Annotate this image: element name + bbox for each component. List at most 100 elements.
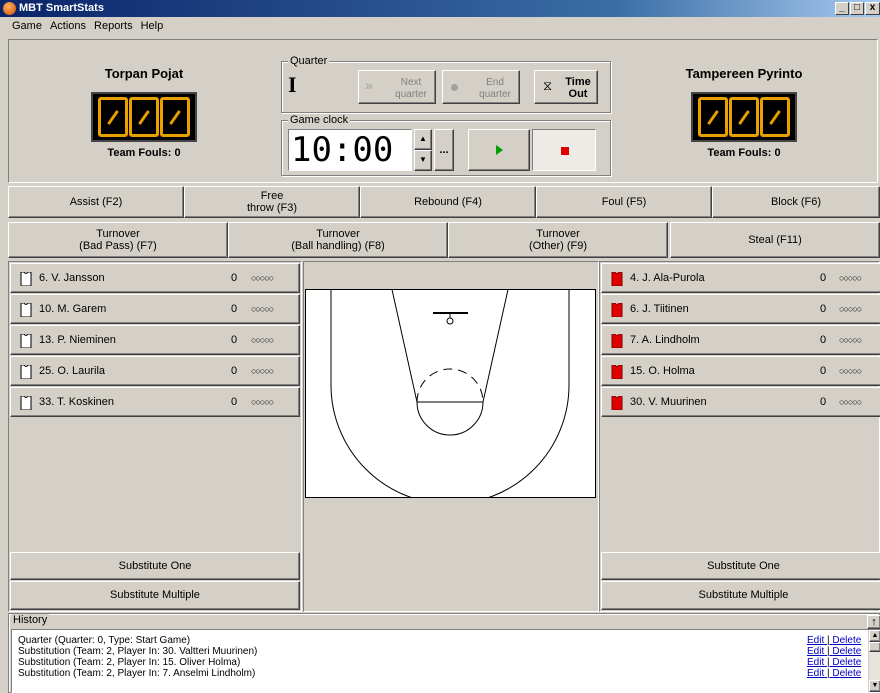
- score-digit: [97, 97, 128, 137]
- white-jersey-icon: [20, 272, 32, 286]
- history-actions: Edit | Delete: [807, 657, 862, 668]
- turnover-other-button[interactable]: Turnover (Other) (F9): [448, 222, 668, 258]
- player-row[interactable]: 10. M. Garem 0 ○○○○○: [10, 294, 300, 324]
- assist-button[interactable]: Assist (F2): [8, 186, 184, 218]
- player-row[interactable]: 33. T. Koskinen 0 ○○○○○: [10, 387, 300, 417]
- start-clock-button[interactable]: [468, 129, 530, 171]
- red-jersey-icon: [611, 303, 623, 317]
- game-clock-input[interactable]: 10:00: [288, 129, 412, 171]
- court-panel: [303, 261, 599, 612]
- history-row: Substitution (Team: 2, Player In: 7. Ans…: [18, 668, 256, 679]
- menu-reports[interactable]: Reports: [90, 17, 137, 32]
- history-row: Substitution (Team: 2, Player In: 15. Ol…: [18, 657, 241, 668]
- hourglass-icon: ⧖: [543, 78, 553, 93]
- minimize-button[interactable]: _: [835, 2, 849, 15]
- delete-link[interactable]: Delete: [832, 657, 861, 668]
- score-digit: [760, 97, 791, 137]
- collapse-history-icon[interactable]: ↑: [867, 615, 880, 629]
- game-clock-group: Game clock 10:00 ▲ ▼ ...: [281, 114, 611, 176]
- delete-link[interactable]: Delete: [832, 646, 861, 657]
- menu-game[interactable]: Game: [0, 17, 46, 32]
- player-row[interactable]: 30. V. Muurinen 0 ○○○○○: [601, 387, 880, 417]
- title-bar: MBT SmartStats _ □ x: [0, 0, 880, 17]
- steal-button[interactable]: Steal (F11): [670, 222, 880, 258]
- end-quarter-button[interactable]: End quarter: [442, 70, 520, 104]
- turnover-ball-handling-button[interactable]: Turnover (Ball handling) (F8): [228, 222, 448, 258]
- player-row[interactable]: 7. A. Lindholm 0 ○○○○○: [601, 325, 880, 355]
- history-actions: Edit | Delete: [807, 635, 862, 646]
- home-team-name: Torpan Pojat: [104, 66, 184, 81]
- substitute-one-button[interactable]: Substitute One: [10, 552, 300, 580]
- maximize-button[interactable]: □: [850, 2, 864, 15]
- red-jersey-icon: [611, 334, 623, 348]
- history-actions: Edit | Delete: [807, 646, 862, 657]
- away-players-panel: 4. J. Ala-Purola 0 ○○○○○ 6. J. Tiitinen …: [599, 261, 880, 612]
- substitute-multiple-button[interactable]: Substitute Multiple: [10, 581, 300, 610]
- next-quarter-button[interactable]: » Next quarter: [358, 70, 436, 104]
- away-score-display: [691, 92, 797, 142]
- fast-forward-icon: »: [365, 77, 373, 93]
- player-row[interactable]: 6. J. Tiitinen 0 ○○○○○: [601, 294, 880, 324]
- clock-more-button[interactable]: ...: [434, 129, 454, 171]
- stop-icon: [561, 147, 569, 155]
- substitute-multiple-button[interactable]: Substitute Multiple: [601, 581, 880, 610]
- score-digit: [697, 97, 728, 137]
- delete-link[interactable]: Delete: [832, 668, 861, 679]
- history-row: Quarter (Quarter: 0, Type: Start Game): [18, 635, 191, 646]
- quarter-group-label: Quarter: [288, 55, 330, 67]
- foul-button[interactable]: Foul (F5): [536, 186, 712, 218]
- red-jersey-icon: [611, 272, 623, 286]
- edit-link[interactable]: Edit: [807, 646, 824, 657]
- quarter-group: Quarter I » Next quarter End quarter ⧖ T…: [281, 55, 611, 113]
- edit-link[interactable]: Edit: [807, 668, 824, 679]
- basketball-court[interactable]: [305, 289, 596, 498]
- scoreboard-panel: Torpan Pojat Team Fouls: 0 Quarter I » N…: [8, 39, 878, 183]
- away-team-fouls: Team Fouls: 0: [707, 147, 781, 159]
- player-row[interactable]: 4. J. Ala-Purola 0 ○○○○○: [601, 263, 880, 293]
- turnover-bad-pass-button[interactable]: Turnover (Bad Pass) (F7): [8, 222, 228, 258]
- player-row[interactable]: 13. P. Nieminen 0 ○○○○○: [10, 325, 300, 355]
- quarter-value: I: [288, 72, 297, 97]
- edit-link[interactable]: Edit: [807, 657, 824, 668]
- white-jersey-icon: [20, 365, 32, 379]
- delete-link[interactable]: Delete: [832, 635, 861, 646]
- scroll-down-icon[interactable]: ▼: [869, 680, 880, 692]
- score-digit: [128, 97, 159, 137]
- clock-down-button[interactable]: ▼: [414, 150, 432, 171]
- history-scrollbar[interactable]: ▲ ▼: [868, 630, 880, 692]
- history-list: Quarter (Quarter: 0, Type: Start Game) S…: [11, 629, 880, 693]
- away-team-name: Tampereen Pyrinto: [685, 66, 803, 81]
- stop-clock-button[interactable]: [532, 129, 596, 171]
- white-jersey-icon: [20, 303, 32, 317]
- menu-actions[interactable]: Actions: [46, 17, 90, 32]
- clock-up-button[interactable]: ▲: [414, 129, 432, 150]
- play-icon: [496, 145, 503, 155]
- scroll-up-icon[interactable]: ▲: [869, 630, 880, 642]
- player-row[interactable]: 15. O. Holma 0 ○○○○○: [601, 356, 880, 386]
- app-icon: [3, 2, 16, 15]
- end-dot-icon: [451, 84, 458, 91]
- player-row[interactable]: 25. O. Laurila 0 ○○○○○: [10, 356, 300, 386]
- white-jersey-icon: [20, 396, 32, 410]
- scroll-thumb[interactable]: [869, 642, 880, 652]
- score-digit: [160, 97, 191, 137]
- white-jersey-icon: [20, 334, 32, 348]
- history-group: History ↑ Quarter (Quarter: 0, Type: Sta…: [8, 613, 880, 693]
- red-jersey-icon: [611, 396, 623, 410]
- edit-link[interactable]: Edit: [807, 635, 824, 646]
- game-clock-label: Game clock: [288, 114, 351, 126]
- player-row[interactable]: 6. V. Jansson 0 ○○○○○: [10, 263, 300, 293]
- score-digit: [728, 97, 759, 137]
- rebound-button[interactable]: Rebound (F4): [360, 186, 536, 218]
- history-row: Substitution (Team: 2, Player In: 30. Va…: [18, 646, 258, 657]
- menu-help[interactable]: Help: [137, 17, 168, 32]
- red-jersey-icon: [611, 365, 623, 379]
- free-throw-button[interactable]: Free throw (F3): [184, 186, 360, 218]
- history-label: History: [11, 614, 50, 626]
- substitute-one-button[interactable]: Substitute One: [601, 552, 880, 580]
- window-title: MBT SmartStats: [19, 2, 104, 14]
- history-actions: Edit | Delete: [807, 668, 862, 679]
- block-button[interactable]: Block (F6): [712, 186, 880, 218]
- close-button[interactable]: x: [865, 2, 880, 15]
- timeout-button[interactable]: ⧖ Time Out: [534, 70, 598, 104]
